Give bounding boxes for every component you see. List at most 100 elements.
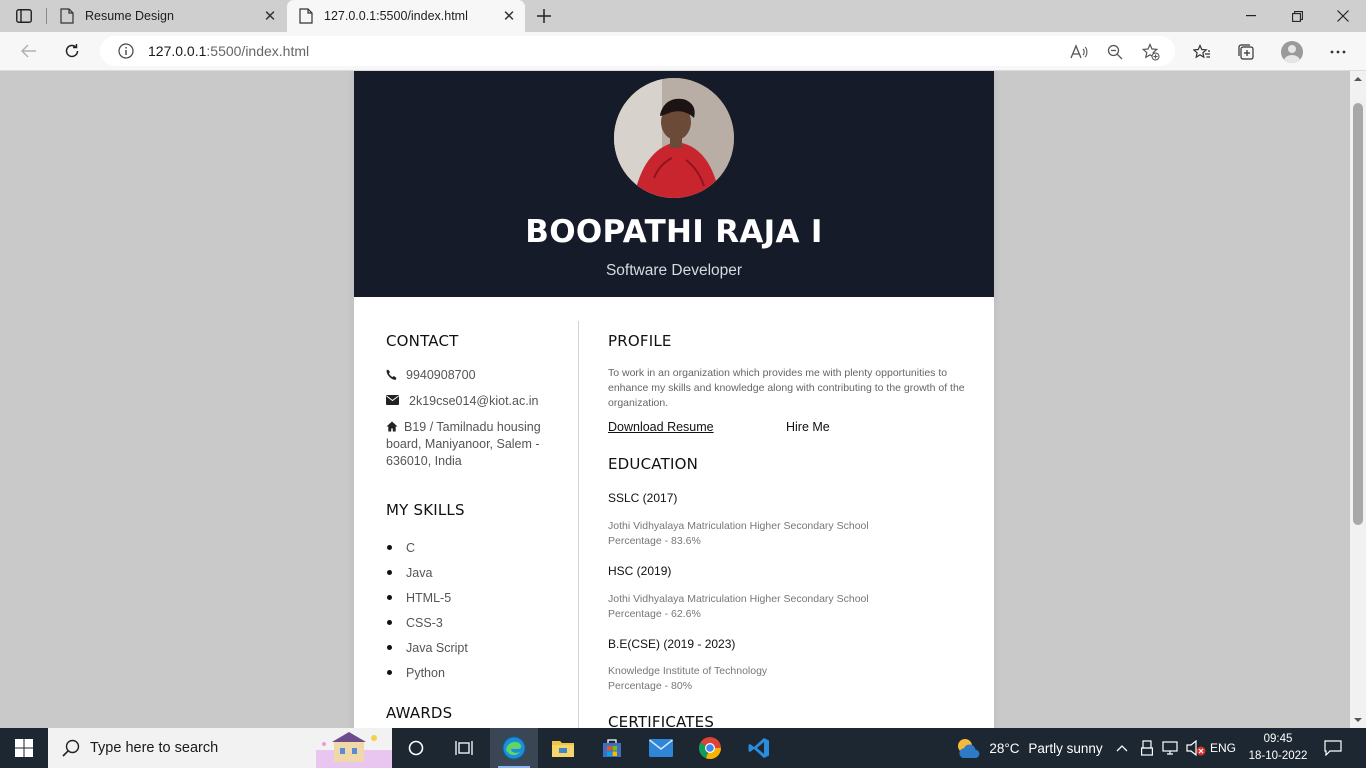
windows-logo-icon bbox=[15, 739, 33, 757]
taskbar-clock[interactable]: 09:45 18-10-2022 bbox=[1236, 731, 1320, 765]
tab-separator bbox=[46, 8, 47, 24]
tab-resume-design[interactable]: Resume Design ✕ bbox=[48, 0, 286, 32]
tab-actions-icon[interactable] bbox=[8, 4, 40, 28]
close-tab-icon[interactable]: ✕ bbox=[258, 4, 282, 28]
store-icon bbox=[603, 739, 621, 757]
contact-phone: 9940908700 bbox=[386, 367, 476, 384]
profile-heading: PROFILE bbox=[608, 332, 672, 350]
resume-role: Software Developer bbox=[605, 262, 743, 279]
phone-icon bbox=[386, 367, 406, 384]
envelope-icon bbox=[386, 393, 409, 410]
input-language[interactable]: ENG bbox=[1210, 728, 1236, 768]
taskbar-file-explorer[interactable] bbox=[539, 728, 587, 768]
plus-icon bbox=[537, 9, 551, 23]
page-viewport: BOOPATHI RAJA I Software Developer CONTA… bbox=[0, 71, 1350, 728]
taskbar-store[interactable] bbox=[588, 728, 636, 768]
volume-muted-icon[interactable] bbox=[1185, 728, 1207, 768]
weather-icon[interactable] bbox=[954, 728, 982, 768]
address-bar[interactable]: 127.0.0.1:5500/index.html bbox=[100, 36, 1175, 66]
refresh-button[interactable] bbox=[57, 38, 87, 64]
scroll-down-icon[interactable] bbox=[1354, 716, 1362, 724]
start-button[interactable] bbox=[0, 728, 48, 768]
network-icon[interactable] bbox=[1161, 728, 1181, 768]
back-button[interactable] bbox=[14, 38, 44, 64]
education-score: Percentage - 83.6% bbox=[608, 535, 701, 547]
settings-menu-icon[interactable] bbox=[1323, 37, 1353, 67]
taskbar-edge[interactable] bbox=[490, 728, 538, 768]
notifications-button[interactable] bbox=[1316, 728, 1350, 768]
contact-address: B19 / Tamilnadu housing board, Maniyanoo… bbox=[386, 420, 541, 468]
education-school: Knowledge Institute of Technology bbox=[608, 665, 768, 677]
hire-me-link[interactable]: Hire Me bbox=[786, 420, 830, 434]
education-school: Jothi Vidhyalaya Matriculation Higher Se… bbox=[608, 593, 869, 605]
restore-button[interactable] bbox=[1274, 0, 1320, 32]
certificates-heading: CERTIFICATES bbox=[608, 713, 715, 728]
search-icon bbox=[62, 739, 80, 757]
add-favorite-icon[interactable] bbox=[1138, 39, 1164, 65]
skill-item: HTML-5 bbox=[386, 589, 468, 614]
zoom-icon[interactable] bbox=[1102, 39, 1128, 65]
education-score: Percentage - 62.6% bbox=[608, 608, 701, 620]
show-hidden-icons[interactable] bbox=[1112, 728, 1132, 768]
restore-icon bbox=[1291, 10, 1303, 22]
collections-icon[interactable] bbox=[1231, 37, 1261, 67]
awards-heading: AWARDS bbox=[386, 704, 453, 722]
page-icon bbox=[299, 8, 313, 24]
education-heading: EDUCATION bbox=[608, 455, 698, 473]
minimize-button[interactable] bbox=[1228, 0, 1274, 32]
vscode-icon bbox=[748, 738, 769, 758]
search-highlight-illustration-icon bbox=[316, 732, 392, 768]
scroll-up-icon[interactable] bbox=[1354, 75, 1362, 83]
taskbar-chrome[interactable] bbox=[686, 728, 734, 768]
skill-item: C bbox=[386, 539, 468, 564]
browser-toolbar: 127.0.0.1:5500/index.html bbox=[0, 32, 1366, 71]
skill-item: Java bbox=[386, 564, 468, 589]
education-score: Percentage - 80% bbox=[608, 680, 693, 692]
url-text: 127.0.0.1:5500/index.html bbox=[148, 43, 310, 59]
tab-index-html[interactable]: 127.0.0.1:5500/index.html ✕ bbox=[287, 0, 525, 32]
folder-icon bbox=[552, 741, 574, 757]
minimize-icon bbox=[1246, 15, 1256, 17]
download-resume-link[interactable]: Download Resume bbox=[608, 420, 714, 434]
education-school: Jothi Vidhyalaya Matriculation Higher Se… bbox=[608, 520, 869, 532]
page-icon bbox=[60, 8, 74, 24]
refresh-icon bbox=[65, 44, 79, 58]
taskbar-mail[interactable] bbox=[637, 728, 685, 768]
windows-taskbar: Type here to search 28°C Partly sunny EN… bbox=[0, 728, 1366, 768]
scrollbar-thumb[interactable] bbox=[1353, 103, 1363, 525]
tab-title: Resume Design bbox=[85, 9, 174, 23]
favorites-icon[interactable] bbox=[1187, 37, 1217, 67]
resume-name: BOOPATHI RAJA I bbox=[525, 214, 823, 250]
mail-icon bbox=[649, 739, 673, 757]
weather-widget[interactable]: 28°C Partly sunny bbox=[988, 728, 1104, 768]
resume-header: BOOPATHI RAJA I Software Developer bbox=[354, 71, 994, 297]
skill-item: Java Script bbox=[386, 639, 468, 664]
task-view-button[interactable] bbox=[440, 728, 488, 768]
chevron-up-icon bbox=[1116, 745, 1128, 752]
close-icon bbox=[1337, 10, 1349, 22]
cortana-button[interactable] bbox=[392, 728, 440, 768]
new-tab-button[interactable] bbox=[532, 4, 556, 28]
vertical-scrollbar[interactable] bbox=[1350, 71, 1366, 728]
notification-icon bbox=[1324, 740, 1342, 756]
read-aloud-icon[interactable] bbox=[1066, 39, 1092, 65]
skills-heading: MY SKILLS bbox=[386, 501, 465, 519]
edge-icon bbox=[502, 736, 526, 760]
search-placeholder: Type here to search bbox=[90, 740, 219, 756]
task-view-icon bbox=[455, 741, 473, 755]
avatar bbox=[1281, 41, 1303, 63]
skill-item: CSS-3 bbox=[386, 614, 468, 639]
chrome-icon bbox=[698, 737, 722, 760]
close-tab-icon[interactable]: ✕ bbox=[497, 4, 521, 28]
skill-item: Python bbox=[386, 664, 468, 689]
taskbar-search-box[interactable]: Type here to search bbox=[48, 728, 392, 768]
home-icon bbox=[386, 421, 398, 432]
info-icon[interactable] bbox=[118, 43, 134, 59]
contact-heading: CONTACT bbox=[386, 332, 459, 350]
profile-button[interactable] bbox=[1277, 37, 1307, 67]
close-window-button[interactable] bbox=[1320, 0, 1366, 32]
usb-device-icon[interactable] bbox=[1138, 728, 1156, 768]
back-arrow-icon bbox=[21, 44, 36, 58]
taskbar-vscode[interactable] bbox=[735, 728, 783, 768]
column-divider bbox=[578, 321, 579, 728]
